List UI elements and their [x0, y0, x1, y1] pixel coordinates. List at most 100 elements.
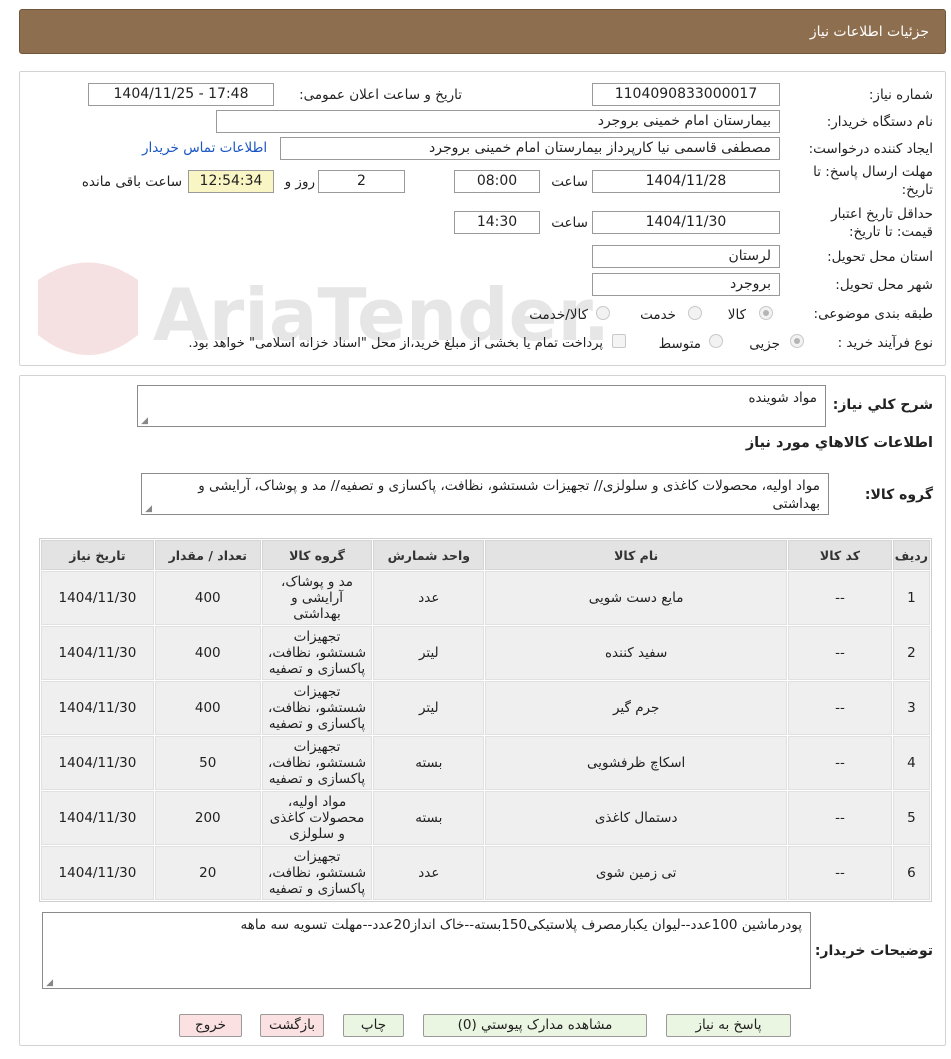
goods-group-textarea[interactable]: مواد اولیه، محصولات کاغذی و سلولزی// تجه…: [141, 473, 829, 515]
table-row: 6 -- تی زمین شوی عدد تجهیزات شستشو، نظاف…: [41, 846, 930, 900]
category-radio-goods-service[interactable]: [596, 306, 610, 320]
cell-quantity: 20: [154, 846, 261, 900]
need-number-field: 1104090833000017: [592, 83, 780, 106]
print-button[interactable]: چاپ: [343, 1014, 404, 1037]
col-header-row-number: ردیف: [892, 540, 930, 570]
buyer-org-label: نام دستگاه خریدار:: [826, 114, 933, 130]
buyer-org-field: بیمارستان امام خمینی بروجرد: [216, 110, 780, 133]
table-row: 1 -- مایع دست شویی عدد مد و پوشاک، آرایش…: [41, 571, 930, 625]
cell-item-group: مد و پوشاک، آرایشی و بهداشتی: [261, 571, 373, 625]
category-radio-goods[interactable]: [759, 306, 773, 320]
goods-group-label: گروه کالا:: [864, 487, 933, 503]
page-title: جزئیات اطلاعات نیاز: [809, 24, 929, 40]
process-radio-minor[interactable]: [790, 334, 804, 348]
validity-date-field: 1404/11/30: [592, 211, 780, 234]
category-option-service: خدمت: [640, 307, 676, 323]
cell-need-date: 1404/11/30: [41, 681, 154, 735]
cell-item-group: مواد اولیه، محصولات کاغذی و سلولزی: [261, 791, 373, 845]
cell-quantity: 50: [154, 736, 261, 790]
cell-row-number: 1: [892, 571, 930, 625]
remaining-time-label: ساعت باقی مانده: [81, 174, 182, 190]
cell-unit: بسته: [373, 791, 485, 845]
cell-item-group: تجهیزات شستشو، نظافت، پاکسازی و تصفیه: [261, 681, 373, 735]
cell-row-number: 2: [892, 626, 930, 680]
city-label: شهر محل تحویل:: [835, 277, 933, 293]
buyer-notes-label: توضیحات خریدار:: [814, 943, 933, 959]
cell-row-number: 5: [892, 791, 930, 845]
cell-quantity: 400: [154, 626, 261, 680]
remaining-time-field: 12:54:34: [188, 170, 274, 193]
cell-need-date: 1404/11/30: [41, 791, 154, 845]
cell-row-number: 6: [892, 846, 930, 900]
goods-table: ردیف کد کالا نام کالا واحد شمارش گروه کا…: [39, 538, 932, 902]
deadline-time-field: 08:00: [454, 170, 540, 193]
cell-item-code: --: [788, 791, 892, 845]
province-field: لرستان: [592, 245, 780, 268]
treasury-payment-note: پرداخت تمام یا بخشی از مبلغ خرید،از محل …: [188, 336, 603, 351]
process-option-medium: متوسط: [658, 336, 701, 352]
province-label: استان محل تحویل:: [827, 249, 933, 265]
cell-unit: لیتر: [373, 681, 485, 735]
col-header-unit: واحد شمارش: [373, 540, 485, 570]
resize-grip-icon: ◢: [145, 504, 152, 514]
cell-item-name: تی زمین شوی: [485, 846, 788, 900]
deadline-label: مهلت ارسال پاسخ: تا تاریخ:: [813, 164, 933, 198]
col-header-need-date: تاریخ نیاز: [41, 540, 154, 570]
cell-item-group: تجهیزات شستشو، نظافت، پاکسازی و تصفیه: [261, 626, 373, 680]
category-option-goods-service: کالا/خدمت: [529, 307, 588, 323]
reply-to-need-button[interactable]: پاسخ به نياز: [666, 1014, 791, 1037]
validity-time-label: ساعت: [551, 215, 588, 231]
cell-unit: لیتر: [373, 626, 485, 680]
category-radio-service[interactable]: [688, 306, 702, 320]
cell-item-name: سفید کننده: [485, 626, 788, 680]
cell-row-number: 3: [892, 681, 930, 735]
col-header-quantity: تعداد / مقدار: [154, 540, 261, 570]
buyer-notes-textarea[interactable]: پودرماشین 100عدد--لیوان یکبارمصرف پلاستی…: [42, 912, 811, 989]
announce-label: تاریخ و ساعت اعلان عمومی:: [299, 87, 462, 103]
cell-unit: عدد: [373, 571, 485, 625]
cell-item-group: تجهیزات شستشو، نظافت، پاکسازی و تصفیه: [261, 846, 373, 900]
cell-item-code: --: [788, 736, 892, 790]
process-option-minor: جزیی: [749, 336, 780, 352]
cell-unit: بسته: [373, 736, 485, 790]
category-label: طبقه بندی موضوعی:: [813, 306, 933, 322]
exit-button[interactable]: خروج: [179, 1014, 242, 1037]
deadline-date-field: 1404/11/28: [592, 170, 780, 193]
page-header: جزئیات اطلاعات نیاز: [19, 9, 946, 54]
buyer-contact-link[interactable]: اطلاعات تماس خریدار: [142, 140, 267, 156]
cell-need-date: 1404/11/30: [41, 736, 154, 790]
process-label: نوع فرآیند خرید :: [837, 335, 933, 351]
cell-quantity: 200: [154, 791, 261, 845]
category-option-goods: کالا: [727, 307, 746, 323]
general-desc-textarea[interactable]: مواد شوینده ◢: [137, 385, 826, 427]
col-header-item-code: کد کالا: [788, 540, 892, 570]
table-row: 3 -- جرم گیر لیتر تجهیزات شستشو، نظافت، …: [41, 681, 930, 735]
cell-unit: عدد: [373, 846, 485, 900]
cell-item-name: دستمال کاغذی: [485, 791, 788, 845]
goods-info-title: اطلاعات کالاهاي مورد نياز: [745, 435, 933, 451]
days-label: روز و: [284, 174, 315, 190]
resize-grip-icon: ◢: [46, 978, 53, 988]
announce-datetime-field: 1404/11/25 - 17:48: [88, 83, 274, 106]
days-remaining-field: 2: [318, 170, 405, 193]
deadline-time-label: ساعت: [551, 174, 588, 190]
process-radio-medium[interactable]: [709, 334, 723, 348]
treasury-payment-checkbox[interactable]: [612, 334, 626, 348]
table-row: 4 -- اسکاچ ظرفشویی بسته تجهیزات شستشو، ن…: [41, 736, 930, 790]
col-header-item-name: نام کالا: [485, 540, 788, 570]
requester-field: مصطفی قاسمی نیا کارپرداز بیمارستان امام …: [280, 137, 780, 160]
cell-item-name: مایع دست شویی: [485, 571, 788, 625]
view-attachments-button[interactable]: مشاهده مدارک پيوستي (0): [423, 1014, 647, 1037]
cell-item-name: جرم گیر: [485, 681, 788, 735]
table-row: 5 -- دستمال کاغذی بسته مواد اولیه، محصول…: [41, 791, 930, 845]
cell-need-date: 1404/11/30: [41, 846, 154, 900]
back-button[interactable]: بازگشت: [260, 1014, 324, 1037]
requester-label: ایجاد کننده درخواست:: [808, 141, 933, 157]
general-desc-label: شرح کلي نياز:: [832, 397, 933, 413]
cell-need-date: 1404/11/30: [41, 626, 154, 680]
cell-quantity: 400: [154, 571, 261, 625]
cell-item-name: اسکاچ ظرفشویی: [485, 736, 788, 790]
cell-item-group: تجهیزات شستشو، نظافت، پاکسازی و تصفیه: [261, 736, 373, 790]
validity-time-field: 14:30: [454, 211, 540, 234]
col-header-item-group: گروه کالا: [261, 540, 373, 570]
